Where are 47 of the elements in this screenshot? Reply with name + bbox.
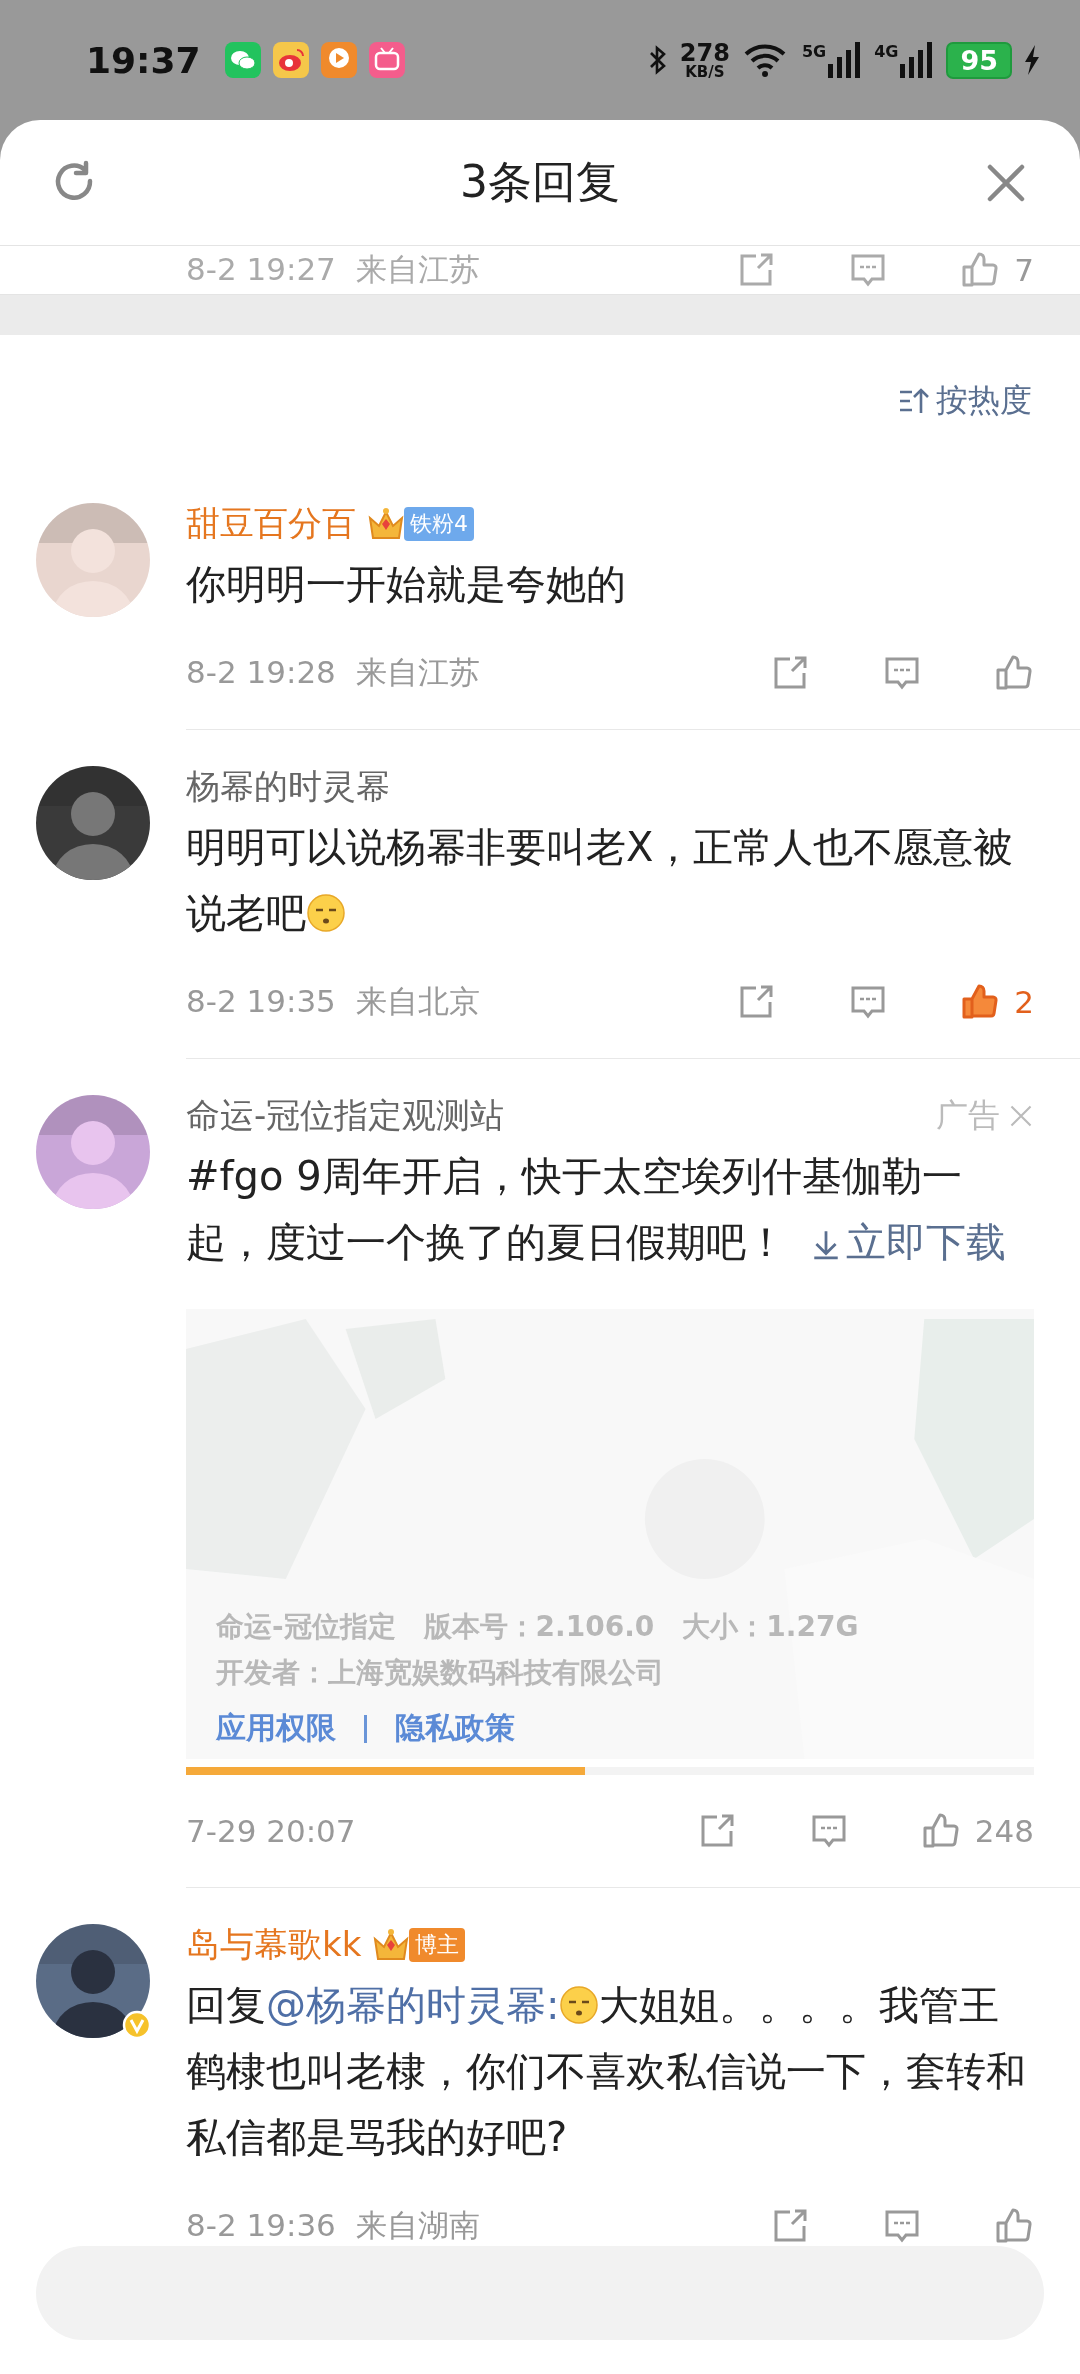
like-count: 248 — [974, 1813, 1034, 1849]
policy-link[interactable]: 应用权限 — [216, 1708, 336, 1749]
comment-text: 你明明一开始就是夸她的 — [186, 560, 627, 609]
play-app-icon — [320, 42, 357, 78]
close-icon[interactable] — [1008, 1103, 1034, 1129]
like-count: 2 — [1014, 984, 1034, 1020]
author-name[interactable]: 杨幂的时灵幂 — [186, 764, 390, 810]
clock: 19:37 — [86, 39, 201, 81]
emoji-icon — [306, 893, 346, 933]
user-badge: 铁粉4 — [404, 507, 474, 541]
comment-text: #fgo 9周年开启，快于太空埃列什基伽勒一起，度过一个换了的夏日假期吧！ 立即下载 — [186, 1152, 1007, 1267]
comment-text: 回复@杨幂的时灵幂: 大姐姐。。。。我管王鹤棣也叫老棣，你们不喜欢私信说一下，套转和私信都是骂我的好吧? — [186, 1981, 1027, 2162]
eye-app-icon — [272, 42, 309, 78]
signal-icon — [828, 42, 863, 78]
download-link[interactable]: 立即下载 — [810, 1219, 1006, 1265]
comment-timestamp: 8-2 19:36 来自湖南 — [186, 2206, 480, 2245]
crown-icon — [366, 506, 406, 542]
comment-timestamp: 8-2 19:35 来自北京 — [186, 982, 480, 1021]
mention-link[interactable]: @杨幂的时灵幂: — [266, 1982, 560, 2028]
app-info: 命运-冠位指定 版本号：2.106.0 大小：1.27G — [216, 1609, 859, 1645]
sort-button[interactable]: 按热度 — [898, 379, 1032, 423]
ad-label: 广告 — [936, 1095, 1000, 1136]
policy-link[interactable]: 隐私政策 — [395, 1708, 515, 1749]
network-type: 4G — [874, 42, 899, 61]
speed-unit: KB/S — [685, 64, 725, 80]
comment-timestamp: 8-2 19:27 来自江苏 — [186, 250, 480, 289]
like-count: 7 — [1014, 252, 1034, 288]
thumbs-up-icon[interactable] — [994, 2206, 1034, 2246]
network-type: 5G — [801, 42, 827, 61]
comment-timestamp: 8-2 19:28 来自江苏 — [186, 653, 480, 692]
user-badge: 博主 — [409, 1928, 466, 1962]
bluetooth-icon — [647, 44, 668, 76]
network-speed: 278 — [679, 40, 730, 65]
sheet-title: 3条回复 — [460, 155, 620, 209]
author-name[interactable]: 命运-冠位指定观测站 — [186, 1093, 505, 1139]
chat-app-icon — [224, 42, 261, 78]
thumbs-up-icon[interactable] — [994, 653, 1034, 693]
emoji-icon — [559, 1985, 600, 2025]
tv-app-icon — [368, 42, 405, 78]
sort-icon — [898, 387, 930, 415]
developer-info: 开发者：上海宽娱数码科技有限公司 — [216, 1655, 665, 1691]
comment-text: 明明可以说杨幂非要叫老X，正常人也不愿意被说老吧 — [186, 823, 1015, 938]
author-name[interactable]: 岛与幕歌kk — [186, 1922, 362, 1968]
author-name[interactable]: 甜豆百分百 — [186, 501, 356, 547]
battery-indicator: 95 — [946, 41, 1012, 79]
comment-timestamp: 7-29 20:07 — [186, 1813, 356, 1849]
signal-icon — [900, 42, 935, 78]
